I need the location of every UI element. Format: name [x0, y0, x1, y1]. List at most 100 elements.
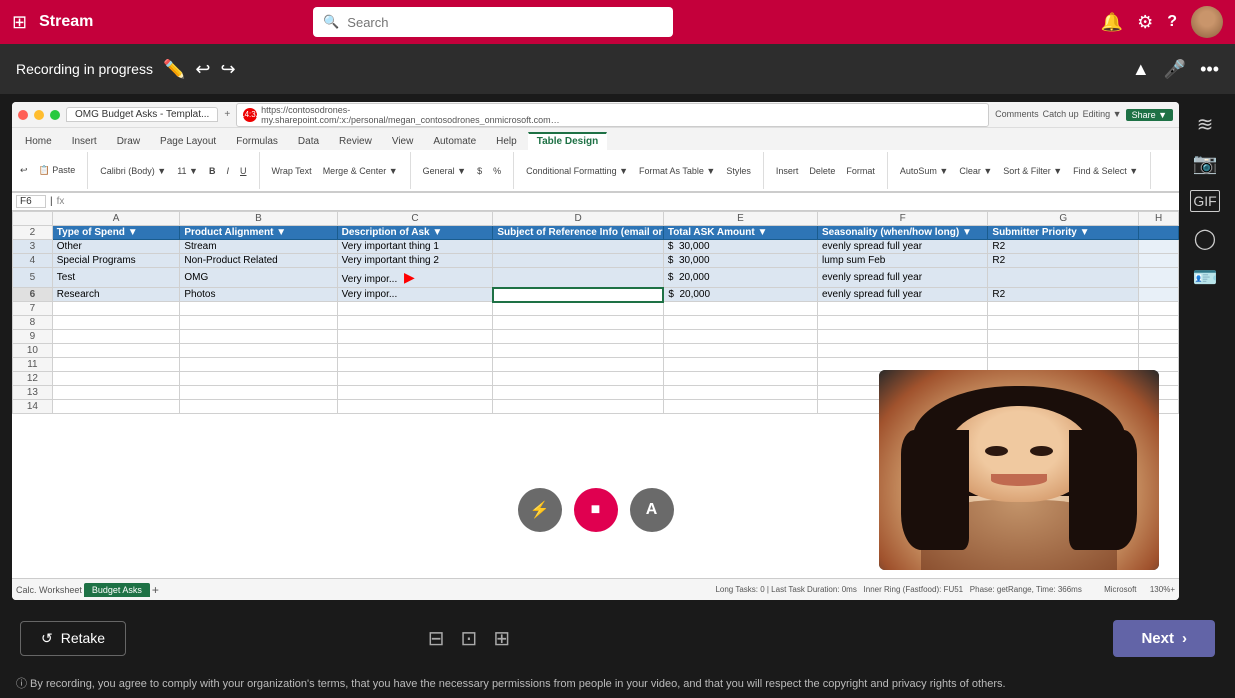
underline-btn[interactable]: U: [236, 164, 251, 178]
text-btn[interactable]: A: [630, 488, 674, 532]
cell-3-a[interactable]: Other: [52, 240, 180, 254]
cell-ref[interactable]: F6: [16, 195, 46, 208]
retake-button[interactable]: ↺ Retake: [20, 621, 126, 656]
browser-url-bar[interactable]: 14:32 https://contosodrones-my.sharepoin…: [236, 103, 989, 127]
rp-id-icon[interactable]: 🪪: [1193, 265, 1218, 290]
merge-center-btn[interactable]: Merge & Center ▼: [319, 164, 402, 178]
cell-4-d[interactable]: [493, 254, 663, 268]
comments-btn[interactable]: Comments: [995, 109, 1039, 121]
cell-6-e[interactable]: $ 20,000: [663, 288, 817, 302]
cell-3-c[interactable]: Very important thing 1: [337, 240, 493, 254]
sheet-tab-calc[interactable]: Calc. Worksheet: [16, 585, 82, 595]
cell-6-b[interactable]: Photos: [180, 288, 337, 302]
cell-5-e[interactable]: $ 20,000: [663, 268, 817, 288]
cell-4-b[interactable]: Non-Product Related: [180, 254, 337, 268]
scene-btn[interactable]: ⚡: [518, 488, 562, 532]
sheet-tab-budget[interactable]: Budget Asks: [84, 583, 150, 597]
ribbon-tab-home[interactable]: Home: [16, 133, 61, 150]
cell-5-g[interactable]: [988, 268, 1139, 288]
delete-btn[interactable]: Delete: [805, 164, 839, 178]
screen-opt-3[interactable]: ⊞: [493, 626, 510, 651]
undo-btn[interactable]: ↩: [16, 163, 32, 178]
cell-3-g[interactable]: R2: [988, 240, 1139, 254]
browser-tab[interactable]: OMG Budget Asks - Templat...: [66, 107, 218, 122]
ribbon-tab-draw[interactable]: Draw: [108, 133, 149, 150]
col-product-align[interactable]: Product Alignment ▼: [180, 226, 337, 240]
cell-5-f[interactable]: evenly spread full year: [817, 268, 987, 288]
bell-icon[interactable]: 🔔: [1101, 12, 1123, 33]
rp-gif-icon[interactable]: GIF: [1190, 190, 1219, 212]
ribbon-tab-automate[interactable]: Automate: [424, 133, 485, 150]
rp-camera-icon[interactable]: 📷: [1193, 151, 1218, 176]
wrap-text-btn[interactable]: Wrap Text: [268, 164, 316, 178]
format-btn[interactable]: Format: [842, 164, 879, 178]
cell-4-a[interactable]: Special Programs: [52, 254, 180, 268]
col-desc-ask[interactable]: Description of Ask ▼: [337, 226, 493, 240]
cell-5-c[interactable]: Very impor... ▶: [337, 268, 493, 288]
help-icon[interactable]: ?: [1167, 13, 1177, 31]
new-tab-icon[interactable]: +: [224, 109, 230, 120]
screen-opt-2[interactable]: ⊡: [461, 626, 478, 651]
cell-5-d[interactable]: [493, 268, 663, 288]
sort-filter-btn[interactable]: Sort & Filter ▼: [999, 164, 1066, 178]
settings-icon[interactable]: ⚙: [1137, 12, 1153, 33]
rp-waveform-icon[interactable]: ≋: [1197, 112, 1214, 137]
number-format[interactable]: General ▼: [419, 164, 470, 178]
cell-3-d[interactable]: [493, 240, 663, 254]
ribbon-tab-formulas[interactable]: Formulas: [227, 133, 287, 150]
editing-btn[interactable]: Editing ▼: [1083, 109, 1122, 121]
ribbon-tab-pagelayout[interactable]: Page Layout: [151, 133, 225, 150]
ribbon-tab-help[interactable]: Help: [487, 133, 526, 150]
font-size[interactable]: 11 ▼: [173, 164, 202, 178]
cell-3-f[interactable]: evenly spread full year: [817, 240, 987, 254]
rp-circle-icon[interactable]: ◯: [1194, 226, 1216, 251]
undo-icon[interactable]: ↩: [195, 59, 210, 80]
search-input[interactable]: [347, 15, 663, 30]
screen-opt-1[interactable]: ⊟: [428, 626, 445, 651]
ribbon-tab-tabledesign[interactable]: Table Design: [528, 132, 608, 150]
clear-btn[interactable]: Clear ▼: [955, 164, 996, 178]
cell-5-a[interactable]: Test: [52, 268, 180, 288]
italic-btn[interactable]: I: [222, 164, 233, 178]
cell-3-e[interactable]: $ 30,000: [663, 240, 817, 254]
find-select-btn[interactable]: Find & Select ▼: [1069, 164, 1142, 178]
avatar[interactable]: [1191, 6, 1223, 38]
col-submitter[interactable]: Submitter Priority ▼: [988, 226, 1139, 240]
cell-6-g[interactable]: R2: [988, 288, 1139, 302]
more-icon[interactable]: •••: [1200, 59, 1219, 80]
conditional-format-btn[interactable]: Conditional Formatting ▼: [522, 164, 632, 178]
stop-btn[interactable]: ■: [574, 488, 618, 532]
catchup-btn[interactable]: Catch up: [1043, 109, 1079, 121]
cell-styles-btn[interactable]: Styles: [722, 164, 755, 178]
browser-close-btn[interactable]: [18, 110, 28, 120]
cell-4-g[interactable]: R2: [988, 254, 1139, 268]
paste-btn[interactable]: 📋 Paste: [35, 163, 80, 178]
autosum-btn[interactable]: AutoSum ▼: [896, 164, 952, 178]
ribbon-tab-data[interactable]: Data: [289, 133, 328, 150]
cell-6-a[interactable]: Research: [52, 288, 180, 302]
cell-5-b[interactable]: OMG: [180, 268, 337, 288]
cell-3-b[interactable]: Stream: [180, 240, 337, 254]
browser-min-btn[interactable]: [34, 110, 44, 120]
col-type-of-spend[interactable]: Type of Spend ▼: [52, 226, 180, 240]
share-btn[interactable]: Share ▼: [1126, 109, 1173, 121]
percent-btn[interactable]: %: [489, 164, 505, 178]
mic-icon[interactable]: 🎤: [1164, 59, 1186, 80]
col-subject[interactable]: Subject of Reference Info (email or othe…: [493, 226, 663, 240]
browser-max-btn[interactable]: [50, 110, 60, 120]
ribbon-tab-insert[interactable]: Insert: [63, 133, 106, 150]
cell-6-d-selected[interactable]: [493, 288, 663, 302]
cell-4-e[interactable]: $ 30,000: [663, 254, 817, 268]
font-selector[interactable]: Calibri (Body) ▼: [96, 164, 170, 178]
redo-icon[interactable]: ↪: [220, 59, 235, 80]
cell-6-f[interactable]: evenly spread full year: [817, 288, 987, 302]
ink-icon[interactable]: ✏️: [163, 59, 185, 80]
ribbon-tab-view[interactable]: View: [383, 133, 423, 150]
next-button[interactable]: Next ›: [1113, 620, 1215, 657]
layout-icon[interactable]: ▲: [1132, 59, 1150, 80]
col-total-ask[interactable]: Total ASK Amount ▼: [663, 226, 817, 240]
cell-6-c[interactable]: Very impor...: [337, 288, 493, 302]
cell-4-c[interactable]: Very important thing 2: [337, 254, 493, 268]
grid-icon[interactable]: ⊞: [12, 12, 27, 33]
col-seasonality[interactable]: Seasonality (when/how long) ▼: [817, 226, 987, 240]
